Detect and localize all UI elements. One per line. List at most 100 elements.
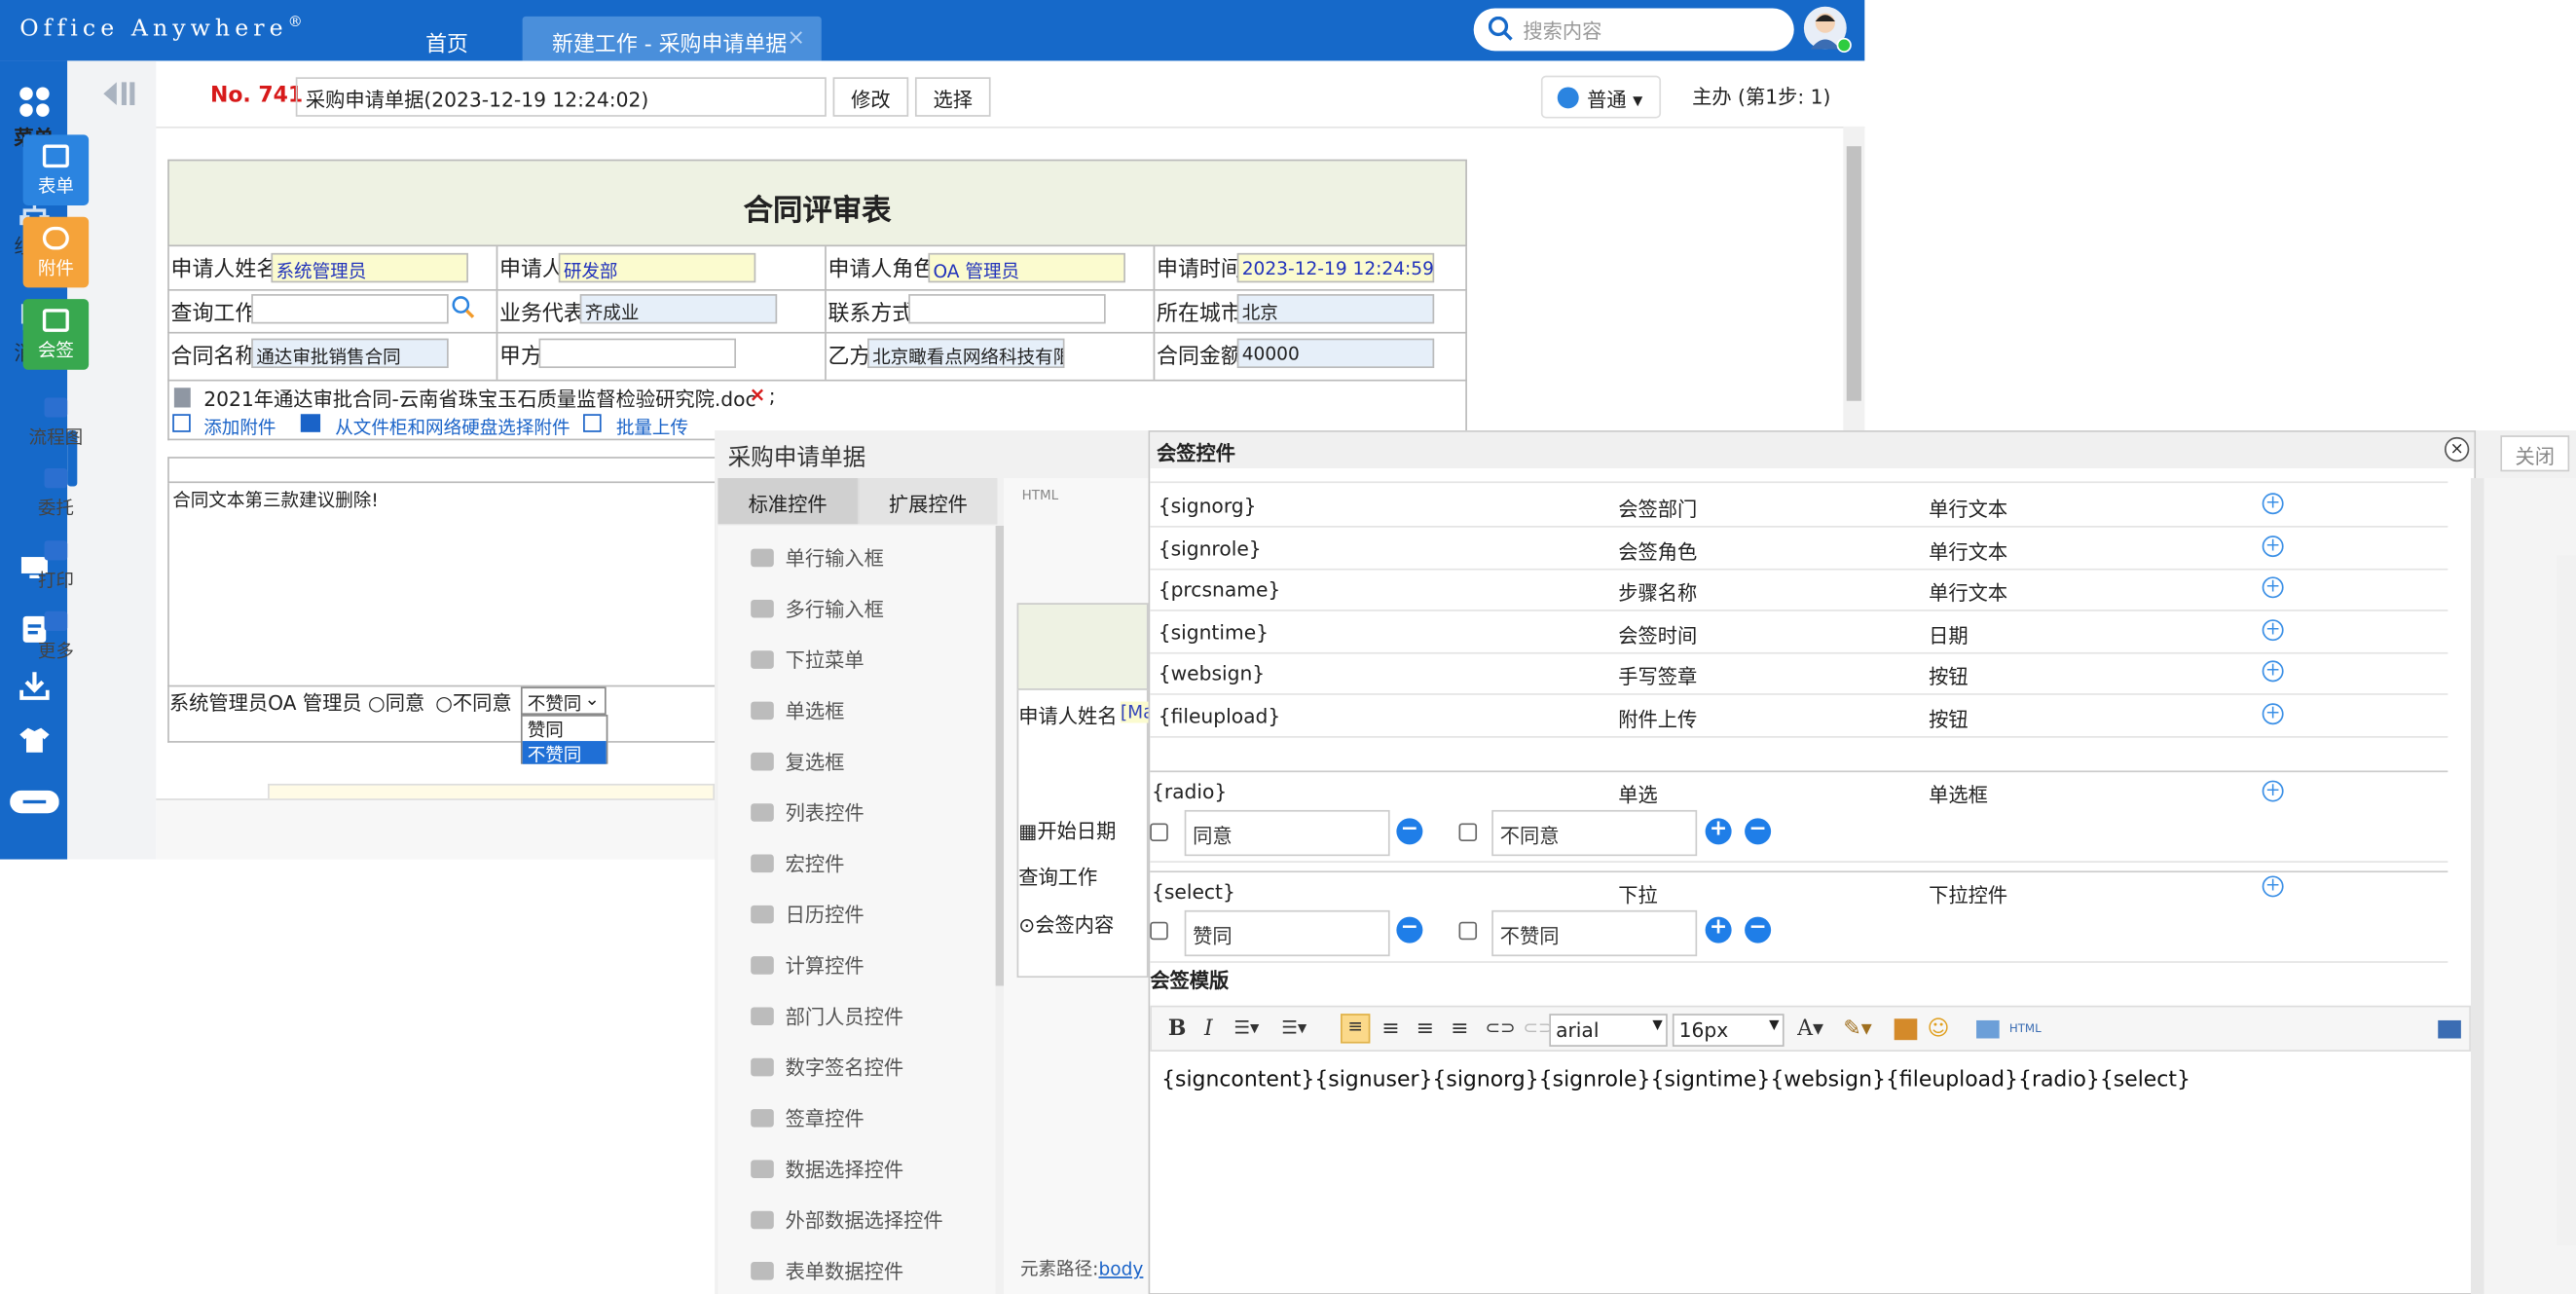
option-disagree[interactable]: 不赞同 (522, 741, 607, 765)
select-opt1-checkbox[interactable] (1150, 921, 1168, 941)
option-agree[interactable]: 赞同 (523, 717, 607, 741)
remove-option-icon[interactable]: − (1396, 818, 1423, 845)
add-select-icon[interactable]: + (2262, 875, 2284, 898)
add-control-icon[interactable]: + (2262, 535, 2284, 557)
control-item[interactable]: 单选框 (751, 697, 844, 725)
align-center-icon[interactable]: ≡ (1381, 1017, 1399, 1042)
remove-option-icon[interactable]: − (1745, 916, 1772, 943)
query-field[interactable] (251, 294, 449, 324)
ordered-list-icon[interactable]: ☰▾ (1233, 1017, 1259, 1039)
search-input[interactable]: 搜索内容 (1473, 8, 1794, 52)
element-path-link[interactable]: body (1098, 1259, 1143, 1280)
tile-form[interactable]: 表单 (22, 134, 90, 205)
scroll-thumb[interactable] (1846, 146, 1861, 401)
contact-field[interactable] (908, 294, 1106, 324)
remove-option-icon[interactable]: − (1396, 916, 1423, 943)
add-option-icon[interactable]: + (1705, 818, 1732, 845)
image-icon[interactable] (1894, 1018, 1918, 1041)
delete-attachment-icon[interactable]: × (750, 383, 766, 406)
control-item[interactable]: 宏控件 (751, 849, 844, 877)
control-item[interactable]: 数据选择控件 (751, 1155, 903, 1183)
bold-icon[interactable]: B (1168, 1017, 1187, 1042)
font-family-select[interactable]: arial ▼ (1549, 1014, 1668, 1047)
highlight-icon[interactable]: ✎▾ (1843, 1017, 1871, 1042)
radio-agree[interactable]: ○同意 (368, 688, 424, 717)
italic-icon[interactable]: I (1204, 1017, 1213, 1042)
from-cabinet-link[interactable]: 从文件柜和网络硬盘选择附件 (335, 414, 570, 440)
avatar[interactable] (1803, 6, 1852, 53)
add-control-icon[interactable]: + (2262, 493, 2284, 515)
control-item[interactable]: 表单数据控件 (751, 1257, 903, 1285)
tab-standard-controls[interactable]: 标准控件 (718, 478, 858, 525)
add-control-icon[interactable]: + (2262, 702, 2284, 724)
close-designer-button[interactable]: 关闭 (2500, 435, 2570, 472)
emoji-icon[interactable]: ☺ (1927, 1017, 1949, 1042)
tab-home[interactable]: 首页 (425, 26, 468, 57)
batch-upload-link[interactable]: 批量上传 (616, 414, 688, 440)
fullscreen-icon[interactable] (2438, 1019, 2461, 1039)
control-item[interactable]: 列表控件 (751, 798, 865, 827)
select-opt1-input[interactable]: 赞同 (1184, 909, 1390, 957)
dialog-scrollbar[interactable] (2471, 478, 2484, 1294)
add-control-icon[interactable]: + (2262, 576, 2284, 599)
attachment-name[interactable]: 2021年通达审批合同-云南省珠宝玉石质量监督检验研究院.doc (203, 385, 755, 413)
control-item[interactable]: 单行输入框 (751, 544, 884, 573)
control-list-scrollbar[interactable] (995, 526, 1005, 986)
btn-more[interactable]: 更多 (19, 610, 92, 664)
skin-shirt-icon[interactable] (0, 726, 67, 758)
select-opt2-input[interactable]: 不赞同 (1491, 909, 1698, 957)
add-radio-icon[interactable]: + (2262, 780, 2284, 802)
font-size-select[interactable]: 16px ▼ (1672, 1014, 1785, 1047)
time-field[interactable]: 2023-12-19 12:24:59 (1236, 252, 1435, 283)
control-item[interactable]: 签章控件 (751, 1104, 865, 1132)
add-control-icon[interactable]: + (2262, 618, 2284, 641)
control-item[interactable]: 多行输入框 (751, 595, 884, 623)
btn-delegate[interactable]: 委托 (19, 467, 92, 521)
tab-active[interactable]: 新建工作 - 采购申请单据 × (522, 16, 822, 61)
align-left-icon[interactable]: ≡ (1341, 1014, 1371, 1044)
tab-extended-controls[interactable]: 扩展控件 (859, 478, 998, 525)
tile-attachment[interactable]: 附件 (22, 216, 90, 288)
right-scrollbar[interactable] (2556, 555, 2576, 1246)
amount-field[interactable]: 40000 (1236, 338, 1435, 368)
remove-option-icon[interactable]: − (1745, 818, 1772, 845)
city-field[interactable]: 北京 (1236, 294, 1435, 324)
link-icon[interactable]: ⊂⊃ (1486, 1017, 1516, 1039)
close-tab-icon[interactable]: × (787, 26, 804, 51)
collapse-toggle-icon[interactable] (0, 790, 67, 819)
control-item[interactable]: 计算控件 (751, 951, 865, 980)
btn-print[interactable]: 打印 (19, 540, 92, 593)
justify-icon[interactable]: ≡ (1451, 1017, 1468, 1042)
modify-button[interactable]: 修改 (832, 77, 909, 117)
bullet-list-icon[interactable]: ☰▾ (1281, 1017, 1306, 1039)
partya-field[interactable] (538, 338, 736, 368)
radio-opt1-input[interactable]: 同意 (1184, 809, 1390, 857)
priority-dropdown[interactable]: 普通 ▾ (1540, 75, 1662, 119)
btn-flowchart[interactable]: 流程图 (19, 397, 92, 450)
control-item[interactable]: 复选框 (751, 748, 844, 776)
contract-field[interactable]: 通达审批销售合同 (251, 338, 449, 368)
radio-disagree[interactable]: ○不同意 (435, 688, 511, 717)
control-item[interactable]: 数字签名控件 (751, 1054, 903, 1082)
partyb-field[interactable]: 北京瞰看点网络科技有限 (867, 338, 1065, 368)
control-item[interactable]: 外部数据选择控件 (751, 1206, 943, 1235)
add-control-icon[interactable]: + (2262, 660, 2284, 683)
radio-opt1-checkbox[interactable] (1150, 823, 1168, 841)
applicant-field[interactable]: 研发部 (558, 252, 756, 283)
agree-select[interactable]: 不赞同 ⌄ (520, 686, 607, 716)
applicant-name-field[interactable]: 系统管理员 (271, 252, 468, 283)
role-field[interactable]: OA 管理员 (928, 252, 1125, 283)
table-icon[interactable] (1976, 1019, 2000, 1039)
query-search-icon[interactable] (452, 296, 475, 324)
control-item[interactable]: 下拉菜单 (751, 646, 865, 674)
select-opt2-checkbox[interactable] (1458, 921, 1478, 941)
sign-content-box[interactable]: 合同文本第三款建议删除! (167, 483, 717, 687)
tile-countersign[interactable]: 会签 (22, 299, 90, 370)
dialog-close-icon[interactable]: × (2445, 436, 2470, 462)
control-item[interactable]: 部门人员控件 (751, 1002, 903, 1030)
font-color-icon[interactable]: A▾ (1797, 1017, 1823, 1042)
control-item[interactable]: 日历控件 (751, 901, 865, 929)
radio-opt2-input[interactable]: 不同意 (1491, 809, 1698, 857)
html-source-icon[interactable]: HTML (2009, 1022, 2042, 1036)
rep-field[interactable]: 齐成业 (579, 294, 778, 324)
